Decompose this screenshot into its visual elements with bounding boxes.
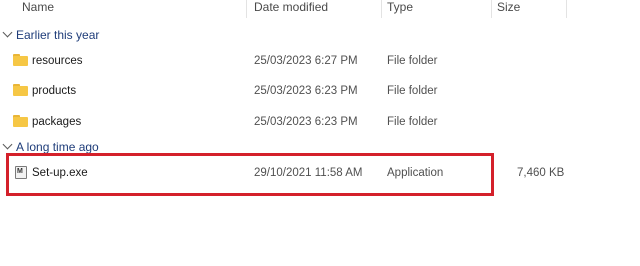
file-name: resources [32, 55, 83, 67]
file-name: packages [32, 116, 82, 128]
file-row-resources[interactable]: resources 25/03/2023 6:27 PM File folder [0, 50, 640, 72]
chevron-down-icon[interactable] [2, 139, 13, 150]
application-icon: M [15, 166, 27, 179]
column-header-row: Name Date modified Type Size [0, 0, 640, 20]
column-divider[interactable] [491, 0, 492, 18]
folder-icon [13, 84, 28, 96]
file-type: Application [387, 167, 444, 179]
chevron-down-icon[interactable] [2, 27, 13, 38]
file-date-modified: 25/03/2023 6:23 PM [254, 85, 358, 97]
column-header-type[interactable]: Type [387, 0, 413, 16]
column-divider[interactable] [566, 0, 567, 18]
folder-icon [13, 54, 28, 66]
column-header-date-modified[interactable]: Date modified [254, 0, 328, 16]
column-header-size[interactable]: Size [497, 0, 520, 16]
file-row-set-up-exe[interactable]: M Set-up.exe 29/10/2021 11:58 AM Applica… [0, 162, 640, 184]
group-label: Earlier this year [16, 28, 100, 42]
file-size: 7,460 KB [517, 167, 565, 179]
file-row-packages[interactable]: packages 25/03/2023 6:23 PM File folder [0, 111, 640, 133]
column-divider[interactable] [381, 0, 382, 18]
file-type: File folder [387, 85, 438, 97]
group-label: A long time ago [16, 140, 99, 154]
file-type: File folder [387, 116, 438, 128]
folder-icon [13, 115, 28, 127]
file-date-modified: 25/03/2023 6:27 PM [254, 55, 358, 67]
file-date-modified: 29/10/2021 11:58 AM [254, 167, 363, 179]
file-row-products[interactable]: products 25/03/2023 6:23 PM File folder [0, 80, 640, 102]
file-name: Set-up.exe [32, 167, 88, 179]
column-divider[interactable] [246, 0, 247, 18]
file-name: products [32, 85, 77, 97]
file-explorer-details-view: Name Date modified Type Size Earlier thi… [0, 0, 640, 266]
column-header-name[interactable]: Name [22, 0, 54, 16]
file-type: File folder [387, 55, 438, 67]
file-date-modified: 25/03/2023 6:23 PM [254, 116, 358, 128]
